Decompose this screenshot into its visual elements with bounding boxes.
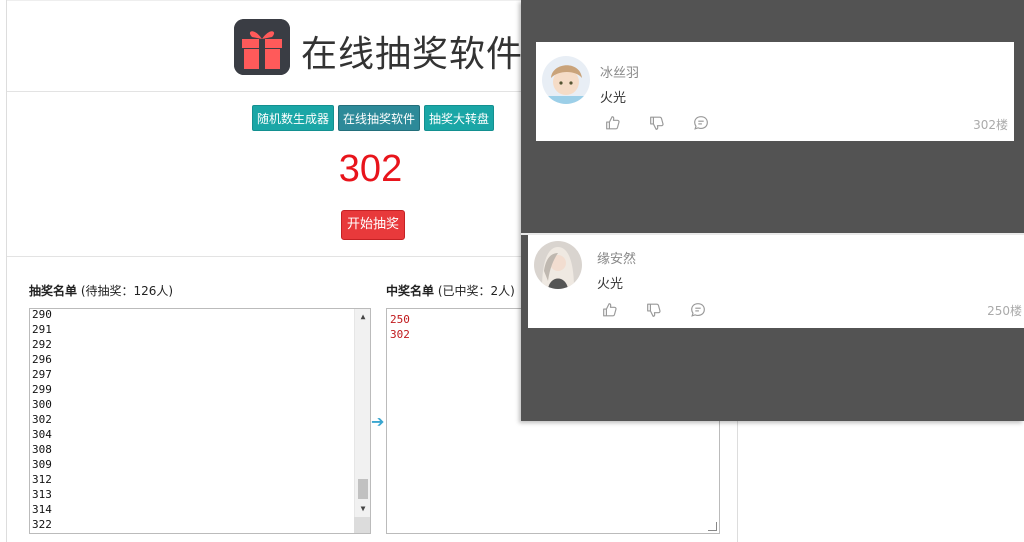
comment-floor: 302楼 [973,118,1008,132]
comment-card: 缘安然 火光 250楼 [528,235,1024,328]
pending-list-header: 抽奖名单 (待抽奖：126人) [29,282,173,299]
pending-list-title: 抽奖名单 [29,284,78,298]
scroll-up-icon[interactable]: ▲ [355,309,370,325]
arrow-right-icon: ➔ [371,412,385,431]
thumbs-down-icon[interactable] [645,299,689,321]
thumbs-up-icon[interactable] [601,299,645,321]
page-title: 在线抽奖软件 [301,34,524,75]
result-number: 302 [338,148,403,190]
list-item: 304 [32,428,52,441]
list-item: 308 [32,443,52,456]
nav-online-lottery[interactable]: 在线抽奖软件 [338,105,421,131]
list-item: 309 [32,458,52,471]
gift-icon [234,19,290,75]
resize-grip-icon[interactable] [708,522,717,531]
list-item: 312 [32,473,52,486]
winner-list-header: 中奖名单 (已中奖：2人) [386,282,515,299]
thumbs-down-icon[interactable] [648,112,692,134]
comment-card: 冰丝羽 火光 302楼 [536,42,1014,141]
thumbs-up-icon[interactable] [604,112,648,134]
scroll-down-icon[interactable]: ▼ [355,501,370,517]
comment-actions [601,299,733,321]
comment-actions [604,112,736,134]
comment-content: 火光 [597,277,624,292]
pending-list-scrollbar[interactable]: ▲ ▼ [354,309,370,533]
comment-floor: 250楼 [987,304,1022,318]
list-item: 300 [32,398,52,411]
reply-icon[interactable] [692,112,736,134]
nav-random-number[interactable]: 随机数生成器 [252,105,335,131]
pending-list-lines: 290 291 292 296 297 299 300 302 304 308 309 312 313 3… [30,308,370,532]
nav-lucky-wheel[interactable]: 抽奖大转盘 [424,105,495,131]
avatar-icon[interactable] [542,56,590,104]
list-item: 292 [32,338,52,351]
list-item: 322 [32,518,52,531]
comment-overlay: 冰丝羽 火光 302楼 缘安然 火光 250楼 [521,0,1024,421]
winner-list-title: 中奖名单 [386,284,435,298]
list-item: 302 [32,413,52,426]
list-item: 313 [32,488,52,501]
start-lottery-button[interactable]: 开始抽奖 [341,210,405,240]
comment-username[interactable]: 缘安然 [597,248,636,267]
list-item: 296 [32,353,52,366]
comment-content: 火光 [600,91,627,106]
winner-list-count: (已中奖：2人) [437,284,515,298]
reply-icon[interactable] [689,299,733,321]
list-item: 299 [32,383,52,396]
pending-list-textarea[interactable]: 290 291 292 296 297 299 300 302 304 308 309 312 313 3… [29,308,371,534]
list-item: 290 [32,308,52,321]
list-item: 297 [32,368,52,381]
scroll-thumb[interactable] [358,479,368,499]
avatar-icon[interactable] [534,241,582,289]
list-item: 314 [32,503,52,516]
list-item: 291 [32,323,52,336]
resize-grip-icon[interactable] [354,517,370,533]
pending-list-count: (待抽奖：126人) [80,284,174,298]
comment-username[interactable]: 冰丝羽 [600,62,639,81]
